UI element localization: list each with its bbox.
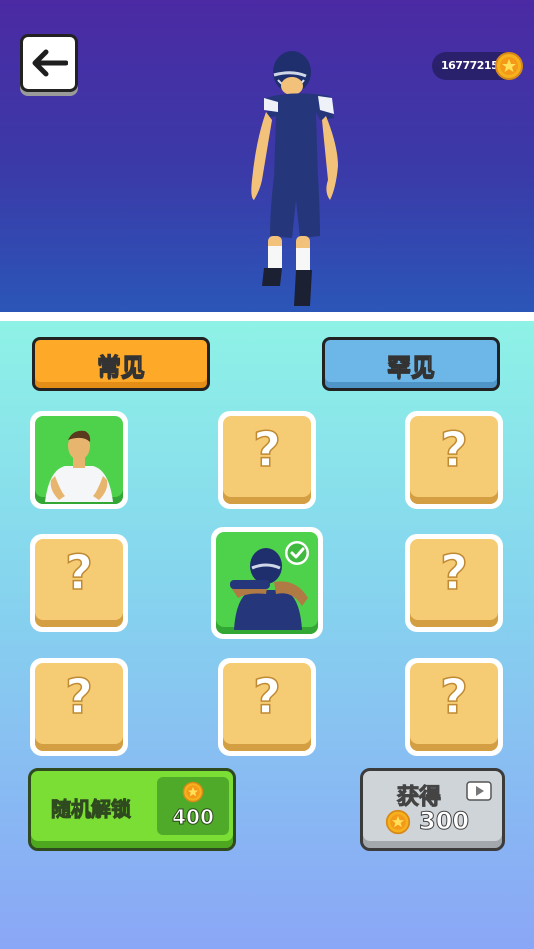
coin-star-icon [385,809,411,839]
checkmark-icon [285,541,309,565]
coin-balance: 16777215 [432,52,523,80]
question-mark: ? [252,668,281,726]
character-slot-2[interactable]: ? [218,411,316,509]
character-slot-7[interactable]: ? [30,658,128,756]
coin-balance-value: 16777215 [441,59,499,72]
football-player-model [251,51,338,306]
coin-star-icon [182,781,204,807]
character-slot-8[interactable]: ? [218,658,316,756]
random-unlock-button[interactable]: 随机解锁 400 [28,768,236,851]
character-slot-1[interactable] [30,411,128,509]
random-unlock-label: 随机解锁 [51,797,132,822]
question-mark: ? [439,421,468,479]
question-mark: ? [64,668,93,726]
divider [0,312,534,321]
random-unlock-price-value: 400 [172,805,215,830]
arrow-left-icon [32,49,68,77]
character-slot-5-selected[interactable] [211,527,323,639]
earn-amount: 300 [418,807,470,836]
character-slot-9[interactable]: ? [405,658,503,756]
question-mark: ? [64,544,93,602]
question-mark: ? [439,544,468,602]
character-slot-3[interactable]: ? [405,411,503,509]
coin-star-icon [494,51,524,85]
tab-common[interactable]: 常见 [32,337,210,391]
earn-coins-video-button[interactable]: 获得 300 [360,768,505,851]
character-slot-4[interactable]: ? [30,534,128,632]
character-slot-6[interactable]: ? [405,534,503,632]
video-play-icon [466,781,492,805]
white-shirt-man-avatar [45,430,113,502]
question-mark: ? [252,421,281,479]
tab-rare[interactable]: 罕见 [322,337,500,391]
back-button[interactable] [20,34,78,92]
random-unlock-price: 400 [157,777,229,835]
question-mark: ? [439,668,468,726]
